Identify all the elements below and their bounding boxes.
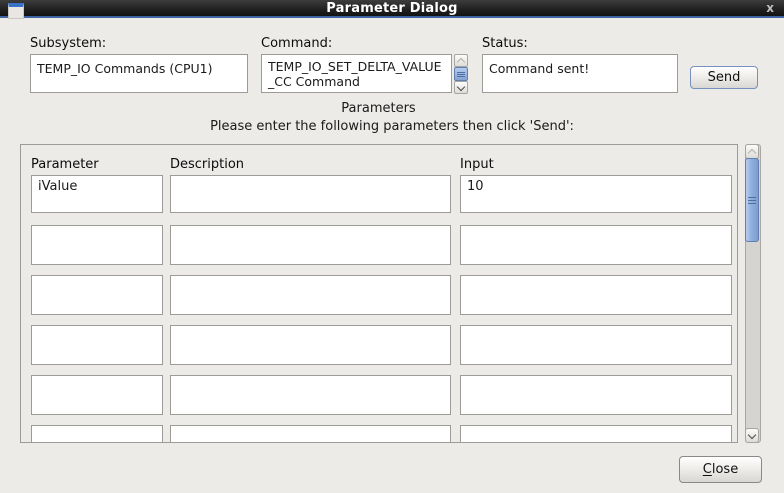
chevron-up-icon — [457, 57, 465, 65]
scroll-up-button[interactable] — [745, 144, 759, 159]
description-field[interactable] — [170, 275, 451, 315]
status-field[interactable]: Command sent! — [482, 54, 678, 93]
description-field[interactable] — [170, 325, 451, 365]
thumb-grip — [748, 197, 756, 198]
thumb-grip — [748, 200, 756, 201]
table-scrollbar[interactable] — [745, 144, 761, 443]
close-button-mnemonic: C — [703, 462, 712, 477]
parameters-table: Parameter Description Input iValue 10 — [20, 144, 738, 443]
close-button[interactable]: Close — [679, 456, 762, 483]
input-field[interactable] — [460, 325, 732, 365]
chevron-down-icon — [457, 83, 465, 91]
input-field[interactable] — [460, 275, 732, 315]
chevron-down-icon — [748, 431, 756, 439]
send-button[interactable]: Send — [690, 66, 758, 89]
column-header-description: Description — [170, 157, 244, 172]
command-scrollbar — [454, 54, 468, 94]
scroll-thumb[interactable] — [745, 158, 759, 242]
command-scroll-up-button[interactable] — [454, 54, 468, 67]
thumb-grip — [457, 74, 465, 75]
description-field[interactable] — [170, 425, 451, 443]
column-header-parameter: Parameter — [31, 157, 99, 172]
command-field[interactable]: TEMP_IO_SET_DELTA_VALUE _CC Command — [261, 54, 452, 93]
status-label: Status: — [482, 36, 528, 51]
parameter-field[interactable]: iValue — [31, 175, 163, 213]
command-scroll-down-button[interactable] — [454, 81, 468, 94]
parameters-instruction: Please enter the following parameters th… — [0, 119, 784, 134]
chevron-up-icon — [748, 148, 756, 156]
scroll-down-button[interactable] — [745, 428, 759, 443]
parameter-field[interactable] — [31, 425, 163, 443]
parameters-heading: Parameters — [20, 101, 737, 116]
input-field[interactable]: 10 — [460, 175, 732, 213]
command-label: Command: — [261, 36, 332, 51]
thumb-grip — [748, 203, 756, 204]
thumb-grip — [457, 72, 465, 73]
column-header-input: Input — [460, 157, 494, 172]
window-title: Parameter Dialog — [0, 1, 784, 16]
command-scroll-thumb[interactable] — [454, 67, 468, 81]
close-window-icon[interactable]: x — [766, 1, 774, 15]
parameter-field[interactable] — [31, 325, 163, 365]
parameter-field[interactable] — [31, 375, 163, 415]
close-button-label: lose — [712, 462, 738, 477]
subsystem-label: Subsystem: — [30, 36, 106, 51]
subsystem-field[interactable]: TEMP_IO Commands (CPU1) — [30, 54, 248, 93]
description-field[interactable] — [170, 375, 451, 415]
thumb-grip — [457, 76, 465, 77]
titlebar[interactable]: Parameter Dialog x — [0, 0, 784, 18]
parameter-field[interactable] — [31, 275, 163, 315]
description-field[interactable] — [170, 225, 451, 265]
input-field[interactable] — [460, 425, 732, 443]
description-field[interactable] — [170, 175, 451, 213]
parameter-dialog-window: Parameter Dialog x Subsystem: Command: S… — [0, 0, 784, 493]
input-field[interactable] — [460, 375, 732, 415]
parameter-field[interactable] — [31, 225, 163, 265]
input-field[interactable] — [460, 225, 732, 265]
